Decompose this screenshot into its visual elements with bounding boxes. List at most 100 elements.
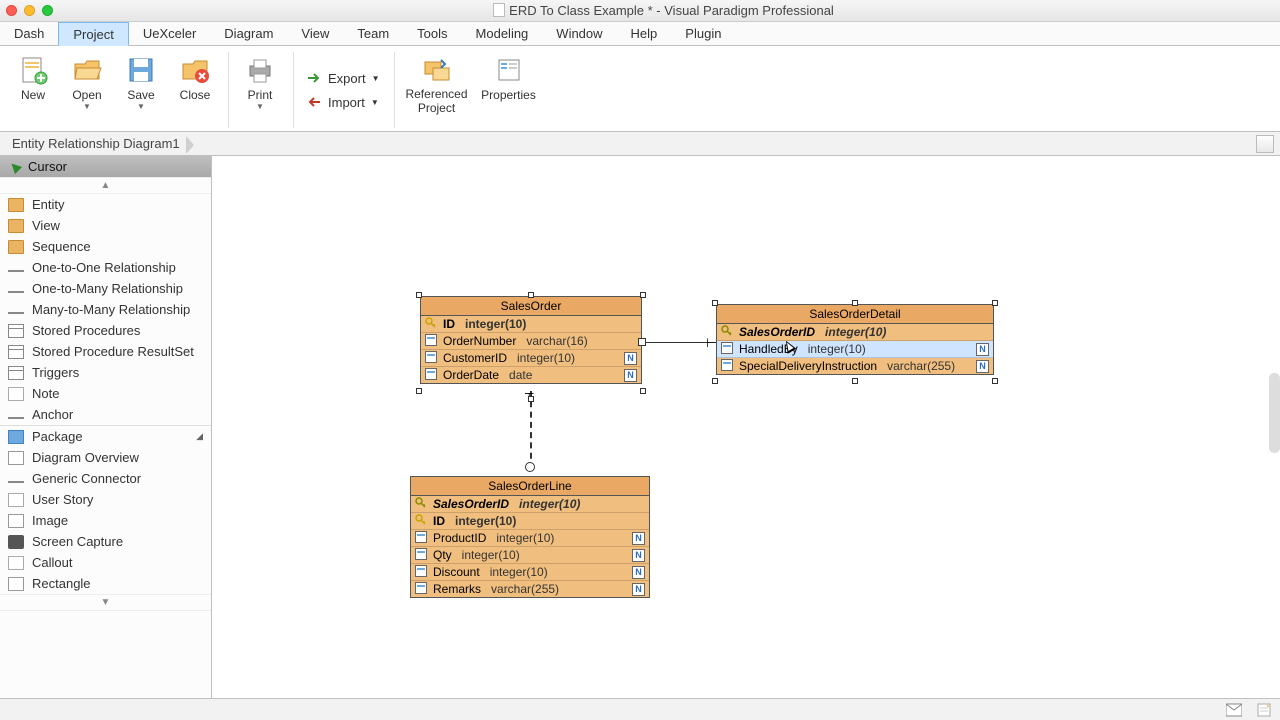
menu-help[interactable]: Help <box>617 22 672 45</box>
palette-scroll-up[interactable]: ▲ <box>0 177 211 194</box>
selection-handle[interactable] <box>528 292 534 298</box>
document-icon <box>493 3 505 17</box>
entity-column[interactable]: Remarksvarchar(255)N <box>411 581 649 597</box>
folder-icon <box>8 240 24 254</box>
relationship-line[interactable] <box>530 391 532 469</box>
menu-plugin[interactable]: Plugin <box>671 22 735 45</box>
column-type: integer(10) <box>462 548 520 562</box>
selection-handle[interactable] <box>992 378 998 384</box>
diagram-canvas[interactable]: SalesOrder IDinteger(10)OrderNumbervarch… <box>212 156 1280 698</box>
print-button[interactable]: Print▼ <box>235 52 285 111</box>
relationship-line[interactable] <box>642 342 716 343</box>
menu-uexceler[interactable]: UeXceler <box>129 22 210 45</box>
palette-user-story[interactable]: User Story <box>0 489 211 510</box>
menu-modeling[interactable]: Modeling <box>462 22 543 45</box>
column-type: integer(10) <box>517 351 575 365</box>
palette-item-label: Note <box>32 386 59 401</box>
table-icon <box>8 345 24 359</box>
column-name: HandledBy <box>739 342 804 356</box>
referenced-project-button[interactable]: Referenced Project <box>401 52 473 116</box>
save-button[interactable]: Save▼ <box>116 52 166 111</box>
scrollbar[interactable] <box>1269 373 1280 453</box>
palette-stored-procedure-resultset[interactable]: Stored Procedure ResultSet <box>0 341 211 362</box>
import-button[interactable]: Import ▼ <box>300 92 386 112</box>
selection-handle[interactable] <box>416 292 422 298</box>
palette-image[interactable]: Image <box>0 510 211 531</box>
palette-item-label: Generic Connector <box>32 471 141 486</box>
palette-one-to-one-relationship[interactable]: One-to-One Relationship <box>0 257 211 278</box>
palette-triggers[interactable]: Triggers <box>0 362 211 383</box>
entity-salesorderline[interactable]: SalesOrderLine SalesOrderIDinteger(10)ID… <box>410 476 650 598</box>
minimize-icon[interactable] <box>24 5 35 16</box>
entity-column[interactable]: Discountinteger(10)N <box>411 564 649 581</box>
selection-handle[interactable] <box>852 378 858 384</box>
selection-handle[interactable] <box>528 396 534 402</box>
palette-cursor[interactable]: Cursor <box>0 156 211 177</box>
properties-button[interactable]: Properties <box>477 52 541 102</box>
selection-handle[interactable] <box>416 388 422 394</box>
column-type: integer(10) <box>808 342 866 356</box>
note-icon <box>8 387 24 401</box>
new-button[interactable]: New <box>8 52 58 102</box>
column-type: varchar(16) <box>526 334 587 348</box>
entity-column[interactable]: SalesOrderIDinteger(10) <box>717 324 993 341</box>
palette-sequence[interactable]: Sequence <box>0 236 211 257</box>
entity-column[interactable]: IDinteger(10) <box>411 513 649 530</box>
note-icon[interactable] <box>1256 703 1272 717</box>
entity-column[interactable]: SalesOrderIDinteger(10) <box>411 496 649 513</box>
column-icon <box>415 582 429 596</box>
entity-column[interactable]: ProductIDinteger(10)N <box>411 530 649 547</box>
entity-salesorderdetail[interactable]: SalesOrderDetail SalesOrderIDinteger(10)… <box>716 304 994 375</box>
close-icon[interactable] <box>6 5 17 16</box>
menu-window[interactable]: Window <box>542 22 616 45</box>
menubar: DashProjectUeXcelerDiagramViewTeamToolsM… <box>0 22 1280 46</box>
maximize-icon[interactable] <box>42 5 53 16</box>
palette-note[interactable]: Note <box>0 383 211 404</box>
palette-callout[interactable]: Callout <box>0 552 211 573</box>
palette-generic-connector[interactable]: Generic Connector <box>0 468 211 489</box>
menu-dash[interactable]: Dash <box>0 22 58 45</box>
palette-screen-capture[interactable]: Screen Capture <box>0 531 211 552</box>
palette-diagram-overview[interactable]: Diagram Overview <box>0 447 211 468</box>
palette-stored-procedures[interactable]: Stored Procedures <box>0 320 211 341</box>
palette-entity[interactable]: Entity <box>0 194 211 215</box>
ribbon: New Open▼ Save▼ Close Print▼ Export ▼ Im… <box>0 46 1280 132</box>
export-button[interactable]: Export ▼ <box>300 68 386 88</box>
entity-column[interactable]: OrderDatedateN <box>421 367 641 383</box>
column-name: SpecialDeliveryInstruction <box>739 359 883 373</box>
entity-column[interactable]: IDinteger(10) <box>421 316 641 333</box>
view-options-icon[interactable] <box>1256 135 1274 153</box>
selection-handle[interactable] <box>992 300 998 306</box>
titlebar: ERD To Class Example * - Visual Paradigm… <box>0 0 1280 22</box>
palette-rectangle[interactable]: Rectangle <box>0 573 211 594</box>
entity-column[interactable]: OrderNumbervarchar(16) <box>421 333 641 350</box>
selection-handle[interactable] <box>640 292 646 298</box>
menu-team[interactable]: Team <box>343 22 403 45</box>
palette-anchor[interactable]: Anchor <box>0 404 211 425</box>
open-button[interactable]: Open▼ <box>62 52 112 111</box>
menu-tools[interactable]: Tools <box>403 22 461 45</box>
entity-column[interactable]: Qtyinteger(10)N <box>411 547 649 564</box>
menu-diagram[interactable]: Diagram <box>210 22 287 45</box>
menu-project[interactable]: Project <box>58 22 128 46</box>
palette-item-label: Stored Procedures <box>32 323 140 338</box>
palette-many-to-many-relationship[interactable]: Many-to-Many Relationship <box>0 299 211 320</box>
selection-handle[interactable] <box>852 300 858 306</box>
selection-handle[interactable] <box>712 300 718 306</box>
palette-item-label: Stored Procedure ResultSet <box>32 344 194 359</box>
selection-handle[interactable] <box>712 378 718 384</box>
entity-column[interactable]: HandledByinteger(10)N <box>717 341 993 358</box>
palette-package[interactable]: Package◢ <box>0 426 211 447</box>
entity-salesorder[interactable]: SalesOrder IDinteger(10)OrderNumbervarch… <box>420 296 642 384</box>
entity-column[interactable]: CustomerIDinteger(10)N <box>421 350 641 367</box>
palette-scroll-down[interactable]: ▼ <box>0 594 211 611</box>
selection-handle[interactable] <box>640 388 646 394</box>
breadcrumb-item[interactable]: Entity Relationship Diagram1 <box>6 134 194 153</box>
palette-view[interactable]: View <box>0 215 211 236</box>
close-button[interactable]: Close <box>170 52 220 102</box>
folder-blue-icon <box>8 430 24 444</box>
menu-view[interactable]: View <box>287 22 343 45</box>
mail-icon[interactable] <box>1226 703 1242 717</box>
palette-one-to-many-relationship[interactable]: One-to-Many Relationship <box>0 278 211 299</box>
entity-column[interactable]: SpecialDeliveryInstructionvarchar(255)N <box>717 358 993 374</box>
